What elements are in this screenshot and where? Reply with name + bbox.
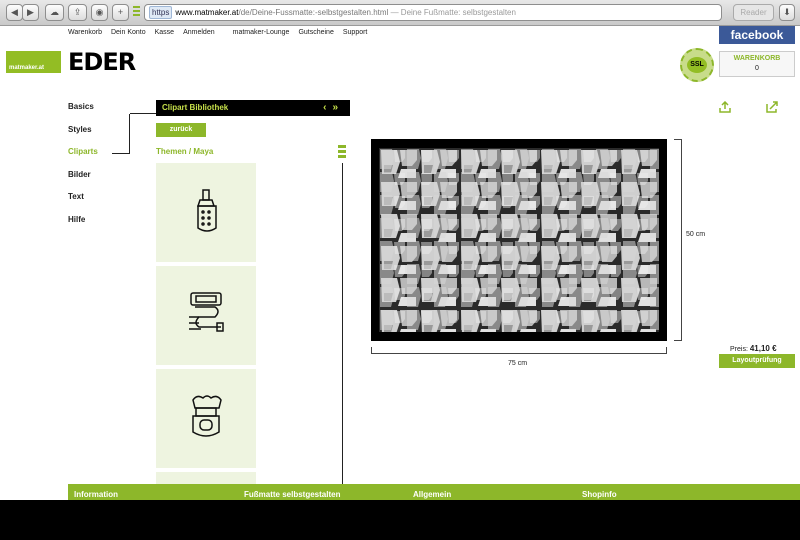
url-host: www.matmaker.at: [175, 8, 239, 17]
nav-konto[interactable]: Dein Konto: [111, 29, 146, 36]
clipart-tile[interactable]: [156, 369, 256, 468]
menu-styles[interactable]: Styles: [68, 125, 98, 148]
menu-connector-line: [112, 114, 130, 154]
maya-glyph-1-icon: [196, 189, 217, 232]
nav-lounge[interactable]: matmaker-Lounge: [233, 29, 290, 36]
menu-cliparts[interactable]: Cliparts: [68, 147, 98, 170]
price-value: 41,10 €: [749, 344, 777, 353]
safari-icon[interactable]: ◉: [91, 4, 108, 21]
menu-bilder[interactable]: Bilder: [68, 170, 98, 193]
ssl-badge-text: SSL: [687, 57, 707, 73]
footer-allgemein[interactable]: Allgemein: [413, 490, 451, 499]
clipart-scrollbar[interactable]: [342, 163, 343, 500]
clipart-tile[interactable]: [156, 266, 256, 365]
nav-anmelden[interactable]: Anmelden: [183, 29, 215, 36]
price-label: Preis:: [730, 346, 748, 353]
layout-check-button[interactable]: Layoutprüfung: [719, 354, 795, 368]
back-button[interactable]: zurück: [156, 123, 206, 137]
width-label: 75 cm: [508, 360, 528, 367]
width-dimension-line: [371, 347, 667, 354]
doormat-preview[interactable]: [371, 139, 667, 341]
footer-shopinfo[interactable]: Shopinfo: [582, 490, 617, 499]
address-bar[interactable]: https www.matmaker.at/de/Deine-Fussmatte:…: [144, 4, 722, 21]
menu-hilfe[interactable]: Hilfe: [68, 215, 98, 238]
list-view-icon[interactable]: [338, 145, 346, 159]
nav-warenkorb[interactable]: Warenkorb: [68, 29, 102, 36]
nav-kasse[interactable]: Kasse: [155, 29, 174, 36]
reading-list-icon[interactable]: [133, 6, 140, 19]
menu-text[interactable]: Text: [68, 192, 98, 215]
nav-support[interactable]: Support: [343, 29, 368, 36]
top-navigation: Warenkorb Dein Konto Kasse Anmelden matm…: [68, 29, 367, 36]
browser-toolbar: ◀ ▶ ☁ ⇪ ◉ + https www.matmaker.at/de/Dein…: [0, 0, 800, 26]
maya-glyph-3-icon: [192, 395, 222, 437]
page-title: — Deine Fußmatte: selbstgestalten: [390, 8, 516, 17]
footer-information[interactable]: Information: [74, 490, 118, 499]
clipart-library-title: Clipart Bibliothek: [162, 103, 229, 112]
theme-breadcrumb: Themen / Maya: [156, 147, 214, 156]
cart-label: WARENKORB: [733, 55, 781, 62]
menu-connector-line-top: [130, 113, 156, 114]
cart-box[interactable]: WARENKORB 0: [719, 51, 795, 77]
export-icon[interactable]: [766, 101, 778, 113]
nav-gutscheine[interactable]: Gutscheine: [298, 29, 333, 36]
next-arrow-icon[interactable]: »: [332, 102, 344, 113]
downloads-icon[interactable]: ⬇: [779, 4, 795, 21]
upload-icon[interactable]: [719, 101, 731, 113]
facebook-button[interactable]: facebook: [719, 26, 795, 44]
cracked-earth-texture: [379, 148, 659, 332]
eder-logo[interactable]: EDER: [68, 48, 136, 76]
footer-fussmatte[interactable]: Fußmatte selbstgestalten: [244, 490, 340, 499]
menu-basics[interactable]: Basics: [68, 102, 98, 125]
https-badge: https: [149, 6, 173, 19]
height-dimension-line: [674, 139, 682, 341]
price: Preis: 41,10 €: [730, 344, 777, 353]
matmaker-logo-text: matmaker.at: [9, 65, 45, 71]
ssl-badge: SSL: [680, 48, 714, 82]
height-label: 50 cm: [686, 231, 706, 238]
reader-button[interactable]: Reader: [733, 4, 774, 21]
cloud-icon[interactable]: ☁: [45, 4, 64, 21]
back-icon[interactable]: ◀: [6, 4, 23, 21]
editor-menu: Basics Styles Cliparts Bilder Text Hilfe: [68, 102, 98, 237]
url-path: /de/Deine-Fussmatte:-selbstgestalten.htm…: [238, 8, 389, 17]
web-page: Warenkorb Dein Konto Kasse Anmelden matm…: [0, 26, 800, 500]
clipart-library-header: Clipart Bibliothek ‹»: [156, 100, 350, 116]
clipart-pager: ‹»: [323, 100, 344, 116]
forward-icon[interactable]: ▶: [22, 4, 39, 21]
share-icon[interactable]: ⇪: [68, 4, 87, 21]
new-tab-icon[interactable]: +: [112, 4, 129, 21]
maya-glyph-2-icon: [189, 292, 224, 332]
doormat-image: [379, 148, 659, 332]
cart-count: 0: [755, 65, 759, 72]
clipart-tile[interactable]: [156, 163, 256, 262]
footer: Information Fußmatte selbstgestalten All…: [68, 484, 800, 500]
matmaker-logo[interactable]: matmaker.at: [6, 51, 61, 73]
